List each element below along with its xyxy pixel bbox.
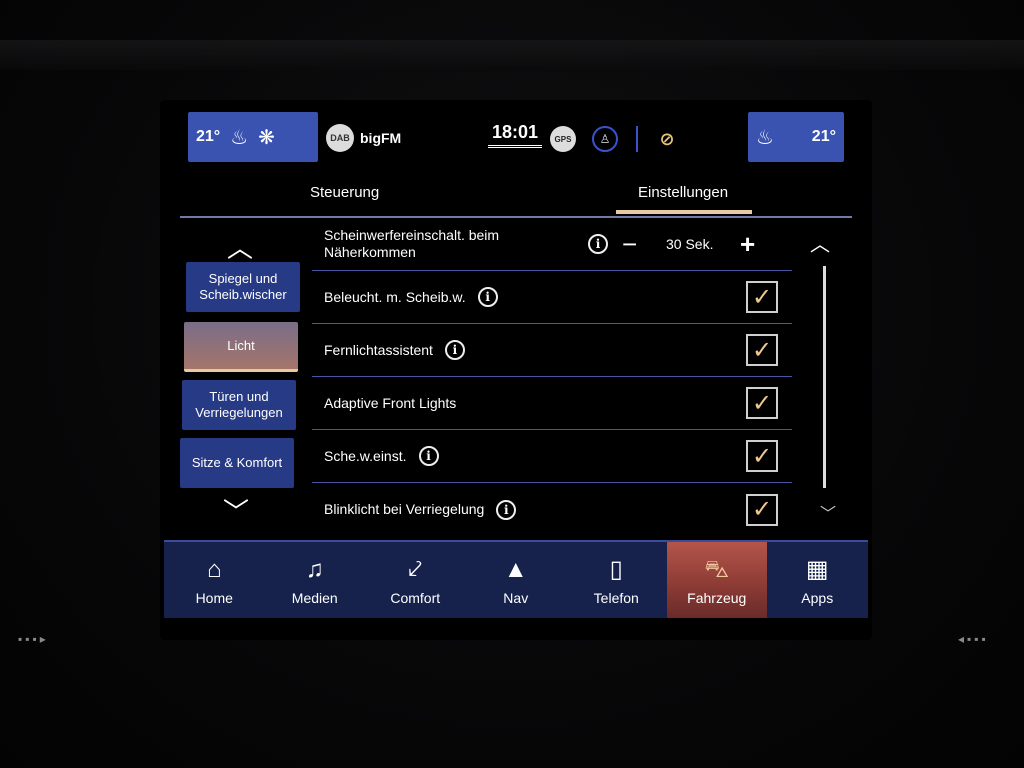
nav-label: Telefon bbox=[593, 590, 639, 606]
driver-assist-icon: ♙ bbox=[592, 126, 618, 152]
info-icon[interactable]: i bbox=[444, 340, 465, 360]
setting-row[interactable]: Adaptive Front Lights ✓ bbox=[312, 377, 792, 430]
home-icon: ⌂ bbox=[207, 556, 222, 583]
setting-row[interactable]: Sche.w.einst. i ✓ bbox=[312, 430, 792, 483]
nav-label: Medien bbox=[291, 590, 338, 606]
auto-hold-icon: ⊘ bbox=[659, 128, 675, 149]
seat-ventilation-icon[interactable]: ❋ bbox=[258, 125, 275, 150]
list-scroll-up-icon[interactable]: ︿ bbox=[810, 228, 830, 257]
climate-right-button[interactable]: ♨ 21° bbox=[748, 112, 844, 162]
checkbox-checked[interactable]: ✓ bbox=[746, 493, 778, 526]
category-lights[interactable]: Licht bbox=[184, 322, 298, 372]
category-mirrors-wipers[interactable]: Spiegel und Scheib.wischer bbox=[186, 262, 300, 312]
setting-label: Beleucht. m. Scheib.w. bbox=[324, 288, 466, 305]
checkbox-checked[interactable]: ✓ bbox=[746, 440, 778, 472]
checkbox-checked[interactable]: ✓ bbox=[746, 387, 778, 419]
category-scroll-down-icon[interactable]: ﹀ bbox=[180, 492, 292, 529]
bottom-navigation: ⌂ Home ♫ Medien ⤦ Comfort ▲ Nav ▯ Telefo… bbox=[164, 540, 868, 618]
status-divider bbox=[636, 126, 638, 152]
nav-nav[interactable]: ▲ Nav bbox=[466, 542, 567, 618]
settings-tabs: Steuerung Einstellungen bbox=[180, 172, 852, 218]
left-vent-indicator: ▪▪▪▸ bbox=[18, 632, 49, 646]
car-icon: ⛍ bbox=[704, 556, 730, 583]
list-scroll-down-icon[interactable]: ﹀ bbox=[820, 500, 836, 524]
gps-icon: GPS bbox=[550, 126, 576, 152]
setting-label: Blinklicht bei Verriegelung bbox=[324, 501, 485, 517]
clock: 18:01 bbox=[488, 122, 543, 148]
category-scroll-up-icon[interactable]: ︿ bbox=[184, 228, 296, 265]
active-tab-indicator bbox=[616, 210, 752, 214]
nav-label: Home bbox=[195, 590, 233, 606]
info-icon[interactable]: i bbox=[477, 287, 498, 307]
nav-medien[interactable]: ♫ Medien bbox=[265, 542, 366, 618]
delay-value: 30 Sek. bbox=[666, 236, 714, 252]
info-icon[interactable]: i bbox=[496, 499, 517, 520]
nav-label: Nav bbox=[503, 590, 529, 606]
music-note-icon: ♫ bbox=[305, 556, 324, 583]
setting-row[interactable]: Fernlichtassistent i ✓ bbox=[312, 324, 792, 377]
increase-button[interactable]: + bbox=[740, 229, 755, 260]
setting-row[interactable]: Blinklicht bei Verriegelung i ✓ bbox=[312, 483, 792, 536]
infotainment-screen: 21° ♨ ❋ DAB bigFM 18:01 GPS ♙ ⊘ ♨ 21° St… bbox=[160, 100, 872, 640]
setting-label: Sche.w.einst. bbox=[324, 447, 407, 464]
setting-label: Adaptive Front Lights bbox=[324, 394, 457, 411]
decrease-button[interactable]: − bbox=[622, 229, 637, 260]
compass-icon: ▲ bbox=[503, 556, 528, 583]
info-icon[interactable]: i bbox=[418, 446, 439, 466]
bezel-rim bbox=[0, 40, 1024, 70]
checkbox-checked[interactable]: ✓ bbox=[746, 281, 778, 313]
nav-telefon[interactable]: ▯ Telefon bbox=[566, 542, 667, 618]
scrollbar[interactable] bbox=[823, 266, 826, 488]
setting-row[interactable]: Beleucht. m. Scheib.w. i ✓ bbox=[312, 271, 792, 324]
setting-label: Scheinwerfereinschalt. beim Näherkommen bbox=[324, 227, 500, 260]
temperature-left: 21° bbox=[196, 128, 221, 145]
tab-einstellungen[interactable]: Einstellungen bbox=[638, 184, 728, 201]
setting-label: Fernlichtassistent bbox=[324, 341, 433, 358]
temperature-right: 21° bbox=[811, 128, 836, 145]
info-icon[interactable]: i bbox=[588, 234, 608, 254]
category-seats-comfort[interactable]: Sitze & Komfort bbox=[180, 438, 294, 488]
right-vent-indicator: ◂▪▪▪ bbox=[958, 632, 989, 646]
nav-label: Fahrzeug bbox=[687, 590, 747, 606]
nav-label: Apps bbox=[801, 590, 834, 606]
nav-apps[interactable]: ▦ Apps bbox=[767, 542, 868, 618]
nav-home[interactable]: ⌂ Home bbox=[164, 542, 265, 618]
nav-label: Comfort bbox=[390, 590, 441, 606]
tab-steuerung[interactable]: Steuerung bbox=[310, 184, 379, 201]
apps-grid-icon: ▦ bbox=[805, 556, 829, 583]
seat-heating-icon[interactable]: ♨ bbox=[230, 125, 248, 150]
seat-heating-right-icon[interactable]: ♨ bbox=[756, 125, 774, 150]
category-doors-locks[interactable]: Türen und Verriegelungen bbox=[182, 380, 296, 430]
phone-icon: ▯ bbox=[609, 556, 623, 583]
dab-icon: DAB bbox=[326, 124, 354, 152]
seat-icon: ⤦ bbox=[408, 556, 422, 583]
climate-left-button[interactable]: 21° ♨ ❋ bbox=[188, 112, 318, 162]
setting-headlight-delay: Scheinwerfereinschalt. beim Näherkommen … bbox=[312, 218, 792, 271]
nav-fahrzeug[interactable]: ⛍ Fahrzeug bbox=[666, 542, 767, 618]
radio-station-label[interactable]: bigFM bbox=[360, 130, 401, 146]
nav-comfort[interactable]: ⤦ Comfort bbox=[365, 542, 466, 618]
checkbox-checked[interactable]: ✓ bbox=[746, 334, 778, 366]
status-bar: 21° ♨ ❋ DAB bigFM 18:01 GPS ♙ ⊘ ♨ 21° bbox=[160, 100, 872, 172]
